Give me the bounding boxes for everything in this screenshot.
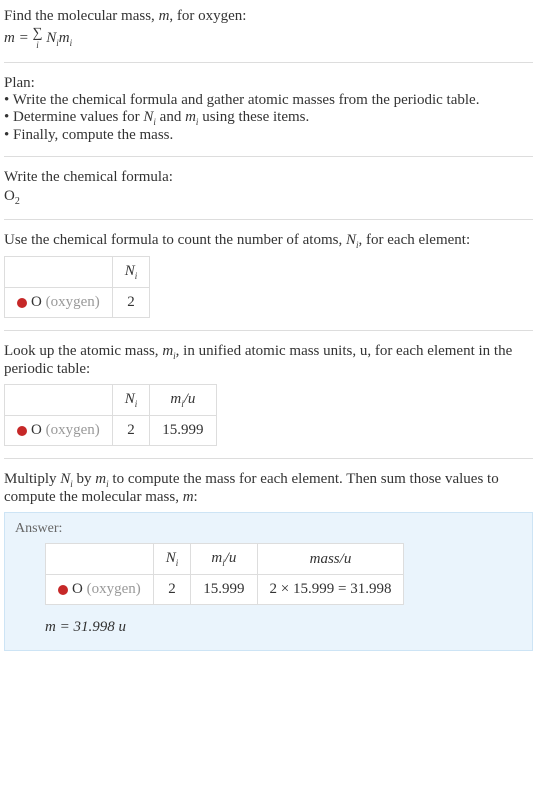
element-dot-icon — [17, 298, 27, 308]
table-header-m: mi/u — [150, 385, 216, 416]
element-cell: O (oxygen) — [46, 575, 154, 605]
answer-label: Answer: — [15, 521, 522, 537]
divider — [4, 156, 533, 157]
table-header-row: Ni — [5, 257, 150, 288]
lookup-instruction: Look up the atomic mass, mi, in unified … — [4, 343, 533, 378]
table-header-N: Ni — [153, 544, 191, 575]
count-table: Ni O (oxygen) 2 — [4, 256, 150, 318]
element-cell: O (oxygen) — [5, 416, 113, 446]
plan-item-3: • Finally, compute the mass. — [4, 127, 533, 144]
plan-item-1: • Write the chemical formula and gather … — [4, 92, 533, 109]
table-row: O (oxygen) 2 — [5, 288, 150, 318]
table-header-m: mi/u — [191, 544, 257, 575]
answer-table: Ni mi/u mass/u O (oxygen) 2 15.999 2 × 1… — [45, 543, 404, 605]
element-dot-icon — [17, 426, 27, 436]
final-mass: m = 31.998 u — [45, 619, 522, 636]
table-header-mass: mass/u — [257, 544, 404, 575]
table-header-row: Ni mi/u mass/u — [46, 544, 404, 575]
intro-formula: m = ∑ i Nimi — [4, 27, 533, 50]
multiply-instruction: Multiply Ni by mi to compute the mass fo… — [4, 471, 533, 506]
mass-value: 15.999 — [150, 416, 216, 446]
sigma-icon: ∑ i — [32, 27, 42, 50]
intro-text: Find the molecular mass, m, for oxygen: — [4, 8, 533, 25]
element-dot-icon — [58, 585, 68, 595]
table-header-empty — [5, 385, 113, 416]
plan-item-2: • Determine values for Ni and mi using t… — [4, 109, 533, 127]
table-header-N: Ni — [112, 385, 150, 416]
chemical-formula: O2 — [4, 188, 533, 207]
table-header-empty — [46, 544, 154, 575]
mass-value: 15.999 — [191, 575, 257, 605]
plan-section: Plan: • Write the chemical formula and g… — [4, 71, 533, 148]
count-value: 2 — [112, 288, 150, 318]
table-row: O (oxygen) 2 15.999 — [5, 416, 217, 446]
formula-section: Write the chemical formula: O2 — [4, 165, 533, 211]
multiply-section: Multiply Ni by mi to compute the mass fo… — [4, 467, 533, 655]
table-header-empty — [5, 257, 113, 288]
divider — [4, 330, 533, 331]
formula-instruction: Write the chemical formula: — [4, 169, 533, 186]
count-section: Use the chemical formula to count the nu… — [4, 228, 533, 322]
count-instruction: Use the chemical formula to count the nu… — [4, 232, 533, 250]
calc-value: 2 × 15.999 = 31.998 — [257, 575, 404, 605]
element-cell: O (oxygen) — [5, 288, 113, 318]
table-header-row: Ni mi/u — [5, 385, 217, 416]
plan-heading: Plan: — [4, 75, 533, 92]
count-value: 2 — [112, 416, 150, 446]
count-value: 2 — [153, 575, 191, 605]
divider — [4, 458, 533, 459]
divider — [4, 219, 533, 220]
lookup-section: Look up the atomic mass, mi, in unified … — [4, 339, 533, 450]
table-header-N: Ni — [112, 257, 150, 288]
answer-box: Answer: Ni mi/u mass/u O (oxygen) 2 15.9… — [4, 512, 533, 651]
divider — [4, 62, 533, 63]
table-row: O (oxygen) 2 15.999 2 × 15.999 = 31.998 — [46, 575, 404, 605]
answer-content: Ni mi/u mass/u O (oxygen) 2 15.999 2 × 1… — [15, 543, 522, 636]
lookup-table: Ni mi/u O (oxygen) 2 15.999 — [4, 384, 217, 446]
intro-section: Find the molecular mass, m, for oxygen: … — [4, 4, 533, 54]
